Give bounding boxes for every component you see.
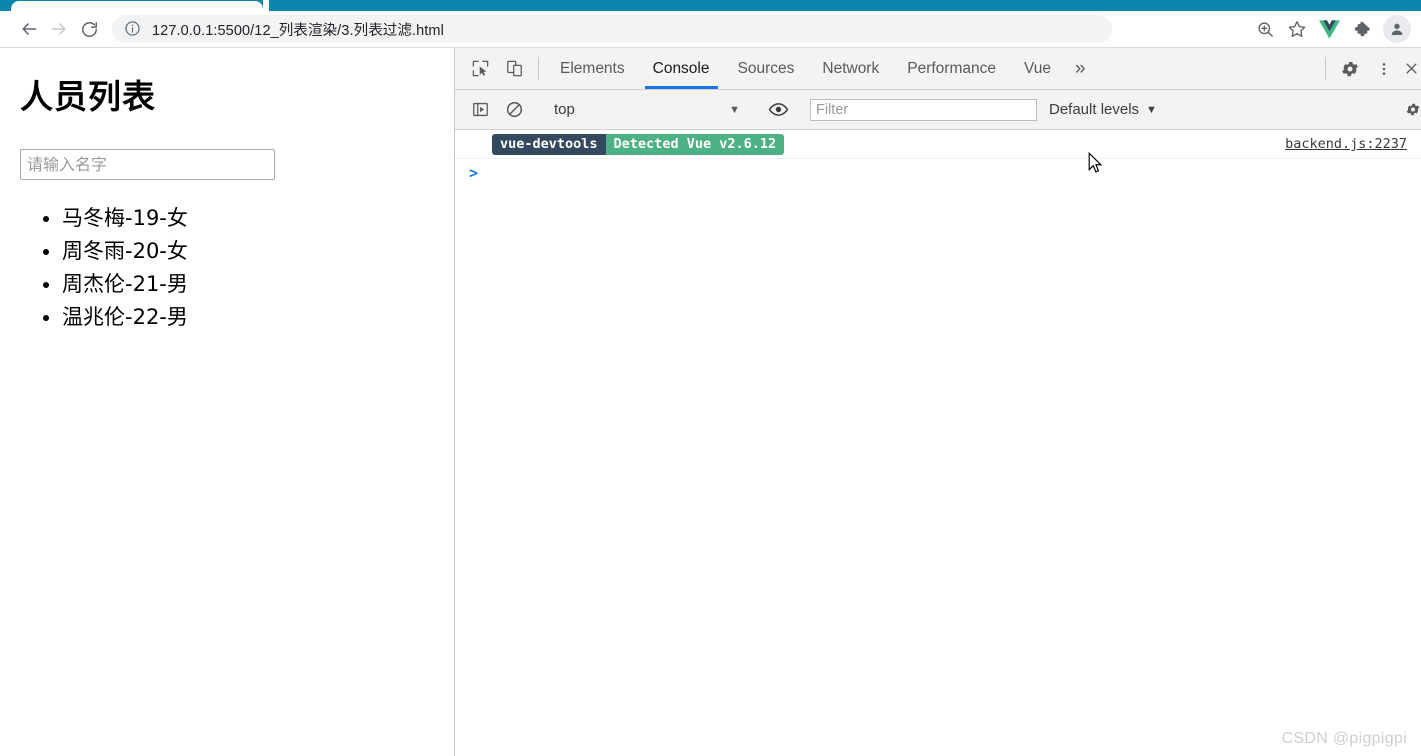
close-devtools-icon[interactable] <box>1401 48 1421 89</box>
list-item: 温兆伦-22-男 <box>62 301 434 334</box>
devtools-panel: Elements Console Sources Network Perform… <box>455 48 1421 756</box>
zoom-icon[interactable] <box>1249 14 1281 44</box>
console-filterbar: top ▼ Default levels ▼ <box>455 90 1421 130</box>
arrow-right-icon <box>51 23 66 35</box>
more-tabs-icon[interactable]: » <box>1065 48 1096 89</box>
toolbar-actions <box>1241 14 1411 44</box>
tab-strip-gap <box>263 0 269 11</box>
tab-elements[interactable]: Elements <box>546 48 639 89</box>
list-item: 周杰伦-21-男 <box>62 268 434 301</box>
name-search-input[interactable] <box>20 149 275 180</box>
badge-label-right: Detected Vue v2.6.12 <box>605 133 785 155</box>
device-toolbar-icon[interactable] <box>497 48 531 89</box>
vue-devtools-extension-icon[interactable] <box>1313 14 1345 44</box>
tab-vue[interactable]: Vue <box>1010 48 1065 89</box>
chevron-down-icon: ▼ <box>729 103 740 116</box>
bookmark-star-icon[interactable] <box>1281 14 1313 44</box>
console-filter-input[interactable] <box>810 98 1037 121</box>
console-output[interactable]: vue-devtools Detected Vue v2.6.12 backen… <box>455 130 1421 756</box>
console-settings-icon[interactable] <box>1405 101 1421 118</box>
console-levels-select[interactable]: Default levels ▼ <box>1037 101 1169 118</box>
watermark: CSDN @pigpigpi <box>1281 730 1407 747</box>
profile-avatar-icon[interactable] <box>1383 15 1411 43</box>
list-item: 周冬雨-20-女 <box>62 235 434 268</box>
tab-strip <box>0 0 1421 11</box>
console-message-row[interactable]: vue-devtools Detected Vue v2.6.12 backen… <box>455 130 1421 159</box>
browser-toolbar: 127.0.0.1:5500/12_列表渲染/3.列表过滤.html <box>0 11 1421 48</box>
chevron-down-icon: ▼ <box>1146 103 1157 116</box>
people-list: 马冬梅-19-女 周冬雨-20-女 周杰伦-21-男 温兆伦-22-男 <box>20 202 434 334</box>
content-area: 人员列表 马冬梅-19-女 周冬雨-20-女 周杰伦-21-男 温兆伦-22-男 <box>0 48 1421 756</box>
devtools-tabbar: Elements Console Sources Network Perform… <box>455 48 1421 90</box>
vue-devtools-badge: vue-devtools Detected Vue v2.6.12 <box>492 133 785 155</box>
address-bar-url: 127.0.0.1:5500/12_列表渲染/3.列表过滤.html <box>152 22 444 39</box>
console-source-link[interactable]: backend.js:2237 <box>1285 136 1407 152</box>
console-context-value: top <box>554 101 575 118</box>
arrow-left-icon <box>22 23 37 35</box>
browser-window: 127.0.0.1:5500/12_列表渲染/3.列表过滤.html 人员列表 … <box>0 0 1421 756</box>
console-prompt-caret: > <box>469 164 479 182</box>
reload-button[interactable] <box>74 14 104 44</box>
tab-performance[interactable]: Performance <box>893 48 1010 89</box>
console-levels-value: Default levels <box>1049 101 1140 118</box>
divider <box>538 57 539 80</box>
more-options-kebab-icon[interactable] <box>1367 48 1401 89</box>
site-info-icon[interactable] <box>124 20 142 38</box>
live-expression-eye-icon[interactable] <box>761 99 795 120</box>
page-viewport: 人员列表 马冬梅-19-女 周冬雨-20-女 周杰伦-21-男 温兆伦-22-男 <box>0 48 455 756</box>
inspect-element-icon[interactable] <box>463 48 497 89</box>
console-sidebar-icon[interactable] <box>463 100 497 119</box>
list-item: 马冬梅-19-女 <box>62 202 434 235</box>
forward-button[interactable] <box>44 14 74 44</box>
tab-strip-edge <box>0 0 11 11</box>
tab-console[interactable]: Console <box>639 48 724 89</box>
badge-label-left: vue-devtools <box>492 133 606 155</box>
settings-gear-icon[interactable] <box>1333 48 1367 89</box>
tab-network[interactable]: Network <box>808 48 893 89</box>
divider <box>1325 57 1326 80</box>
devtools-tabbar-actions <box>1318 48 1421 89</box>
console-filterbar-actions <box>1390 101 1421 119</box>
page-title: 人员列表 <box>20 77 156 116</box>
back-button[interactable] <box>14 14 44 44</box>
browser-tab-active[interactable] <box>11 1 263 11</box>
tab-sources[interactable]: Sources <box>724 48 809 89</box>
clear-console-icon[interactable] <box>497 100 531 119</box>
console-prompt-row[interactable]: > <box>455 159 1421 187</box>
new-tab-button[interactable] <box>1413 0 1421 11</box>
address-bar[interactable]: 127.0.0.1:5500/12_列表渲染/3.列表过滤.html <box>112 15 1112 43</box>
extensions-puzzle-icon[interactable] <box>1345 14 1377 44</box>
console-context-select[interactable]: top ▼ <box>546 97 746 123</box>
reload-icon <box>81 21 97 37</box>
